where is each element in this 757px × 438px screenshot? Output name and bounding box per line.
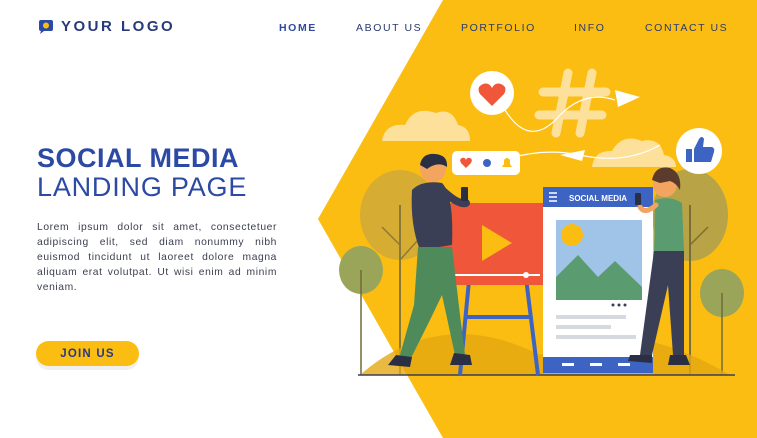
headline-line-2: LANDING PAGE <box>37 172 248 202</box>
headline-line-1: SOCIAL MEDIA <box>37 143 240 173</box>
thumbs-up-bubble <box>676 128 722 174</box>
hero-illustration: SOCIAL MEDIA <box>330 55 757 395</box>
join-us-button[interactable]: JOIN US <box>36 341 139 366</box>
hashtag-icon <box>534 68 611 138</box>
social-feed-phone: SOCIAL MEDIA <box>543 187 653 373</box>
paper-plane-icon-2 <box>560 150 585 161</box>
phone-header-label: SOCIAL MEDIA <box>569 194 627 203</box>
nav-about-us[interactable]: ABOUT US <box>356 22 422 34</box>
landing-page: YOUR LOGO HOME ABOUT US PORTFOLIO INFO C… <box>0 0 757 438</box>
nav-contact-us[interactable]: CONTACT US <box>645 22 728 34</box>
nav-home[interactable]: HOME <box>279 22 317 34</box>
tree-left-small <box>339 246 383 375</box>
paper-plane-icon <box>615 90 640 107</box>
nav-portfolio[interactable]: PORTFOLIO <box>461 22 536 34</box>
nav-info[interactable]: INFO <box>574 22 605 34</box>
hero-body-text: Lorem ipsum dolor sit amet, consectetuer… <box>37 222 277 293</box>
cloud-left <box>382 110 470 141</box>
reactions-bubble <box>452 151 520 175</box>
main-nav: HOME ABOUT US PORTFOLIO INFO CONTACT US <box>0 22 757 36</box>
tree-right-small <box>700 269 744 375</box>
heart-bubble <box>470 71 514 115</box>
cloud-right <box>592 138 676 167</box>
